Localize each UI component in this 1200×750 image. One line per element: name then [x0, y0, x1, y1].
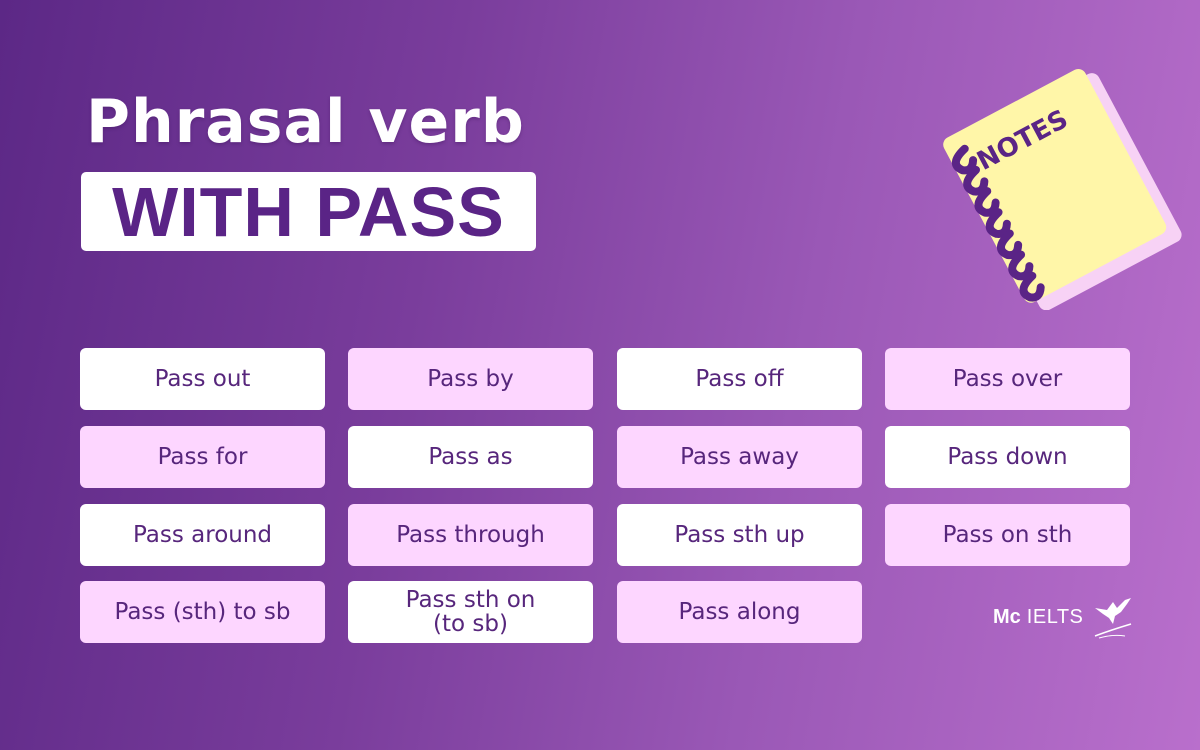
- hummingbird-icon: [1095, 598, 1132, 639]
- phrasal-verb-grid: Pass out Pass by Pass off Pass over Pass…: [80, 348, 1130, 644]
- phrasal-verb-card: Pass along: [617, 581, 862, 643]
- phrasal-verb-card: Pass over: [885, 348, 1130, 410]
- title-highlight-box: WITH PASS: [81, 172, 536, 251]
- title-phrasal-verb: Phrasal verb: [86, 87, 525, 157]
- phrasal-verb-card: Pass as: [348, 426, 593, 488]
- phrasal-verb-card: Pass through: [348, 504, 593, 566]
- phrasal-verb-card: Pass by: [348, 348, 593, 410]
- phrasal-verb-card: Pass away: [617, 426, 862, 488]
- phrasal-verb-card: Pass sth on (to sb): [348, 581, 593, 643]
- mc-ielts-logo: Mc IELTS: [993, 594, 1137, 640]
- phrasal-verb-card: Pass (sth) to sb: [80, 581, 325, 643]
- phrasal-verb-card: Pass out: [80, 348, 325, 410]
- title-with-pass: WITH PASS: [112, 172, 505, 251]
- phrasal-verb-card: Pass on sth: [885, 504, 1130, 566]
- logo-brand-bold: Mc: [993, 605, 1021, 628]
- phrasal-verb-card: Pass sth up: [617, 504, 862, 566]
- phrasal-verb-card: Pass for: [80, 426, 325, 488]
- phrasal-verb-card: Pass down: [885, 426, 1130, 488]
- phrasal-verb-card: Pass around: [80, 504, 325, 566]
- notebook-cover: [943, 68, 1167, 303]
- logo-brand-light: IELTS: [1026, 605, 1084, 628]
- notebook-icon: NOTES: [943, 68, 1182, 310]
- phrasal-verb-card: Pass off: [617, 348, 862, 410]
